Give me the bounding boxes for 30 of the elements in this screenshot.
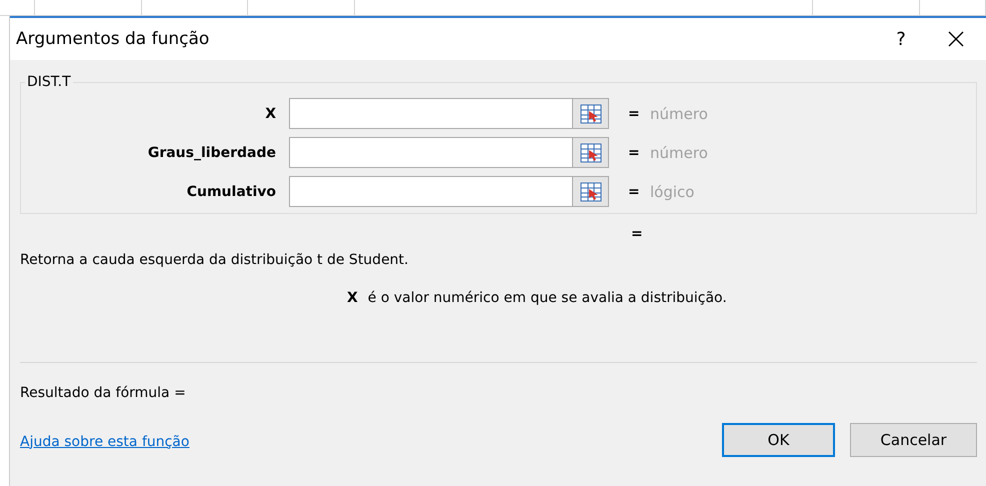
window-title: Argumentos da função bbox=[16, 29, 210, 49]
cell-reference-button[interactable] bbox=[572, 177, 608, 206]
argument-field[interactable] bbox=[289, 176, 609, 207]
cell-reference-icon bbox=[580, 142, 602, 162]
argument-field[interactable] bbox=[289, 137, 609, 168]
ok-button[interactable]: OK bbox=[722, 423, 835, 457]
cell-reference-icon bbox=[580, 104, 602, 124]
function-name: DIST.T bbox=[26, 74, 72, 90]
equals-sign: = bbox=[628, 184, 641, 200]
argument-label: Graus_liberdade bbox=[146, 144, 277, 160]
result-equals: = bbox=[631, 226, 644, 242]
cell-reference-button[interactable] bbox=[572, 99, 608, 128]
argument-type: lógico bbox=[650, 182, 694, 200]
function-description: Retorna a cauda esquerda da distribuição t de Student. bbox=[20, 252, 410, 268]
argument-description: é o valor numérico em que se avalia a distribuição. bbox=[368, 290, 727, 306]
argument-type: número bbox=[650, 144, 708, 162]
argument-label: X bbox=[264, 106, 277, 122]
formula-result: Resultado da fórmula = bbox=[20, 385, 187, 401]
equals-sign: = bbox=[628, 144, 641, 160]
equals-sign: = bbox=[628, 106, 641, 122]
help-link[interactable]: Ajuda sobre esta função bbox=[20, 434, 190, 450]
cell-reference-button[interactable] bbox=[572, 138, 608, 167]
cell-reference-icon bbox=[580, 182, 602, 202]
argument-field[interactable] bbox=[289, 98, 609, 129]
argument-name: X bbox=[347, 290, 358, 306]
argument-label: Cumulativo bbox=[186, 184, 277, 200]
help-button[interactable]: ? bbox=[876, 21, 926, 57]
close-icon bbox=[948, 31, 964, 47]
argument-type: número bbox=[650, 104, 708, 122]
cancel-button[interactable]: Cancelar bbox=[850, 423, 977, 457]
